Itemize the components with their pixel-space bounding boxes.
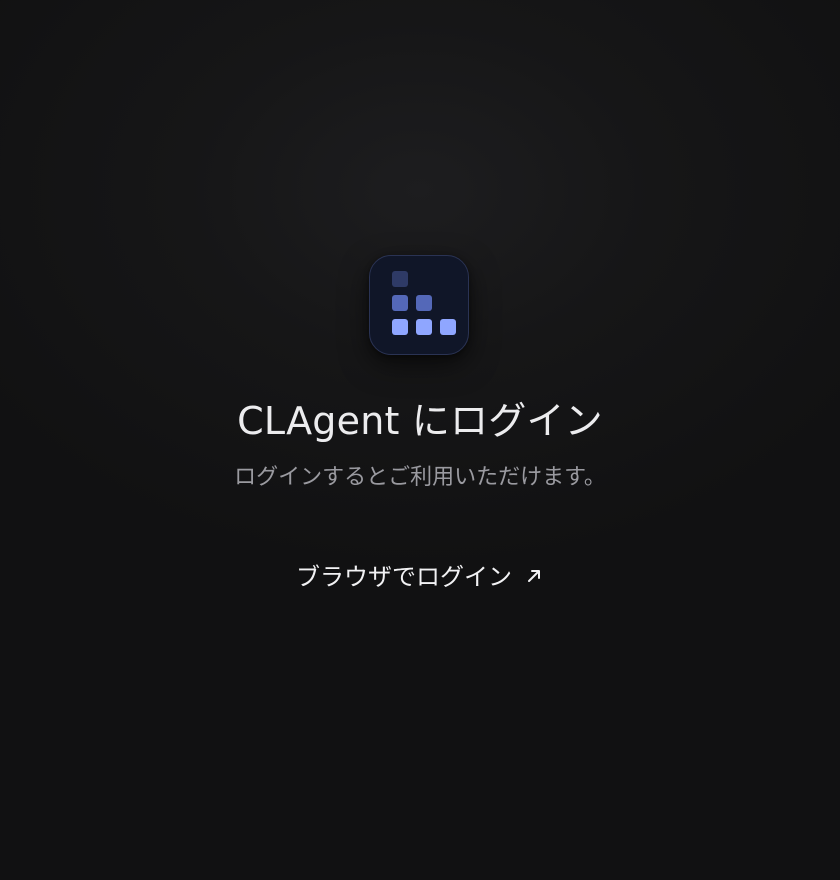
browser-login-button-label: ブラウザでログイン — [296, 562, 512, 591]
login-screen: CLAgent にログイン ログインするとご利用いただけます。 ブラウザでログイ… — [0, 0, 840, 880]
logo-block — [416, 319, 432, 335]
logo-block — [392, 319, 408, 335]
browser-login-button[interactable]: ブラウザでログイン — [270, 552, 570, 596]
page-title: CLAgent にログイン — [237, 399, 603, 443]
logo-block — [392, 295, 408, 311]
app-logo-icon — [369, 255, 469, 355]
external-arrow-icon — [524, 566, 544, 586]
logo-block — [440, 319, 456, 335]
logo-block — [416, 295, 432, 311]
page-subtitle: ログインするとご利用いただけます。 — [234, 465, 606, 490]
logo-block — [392, 271, 408, 287]
